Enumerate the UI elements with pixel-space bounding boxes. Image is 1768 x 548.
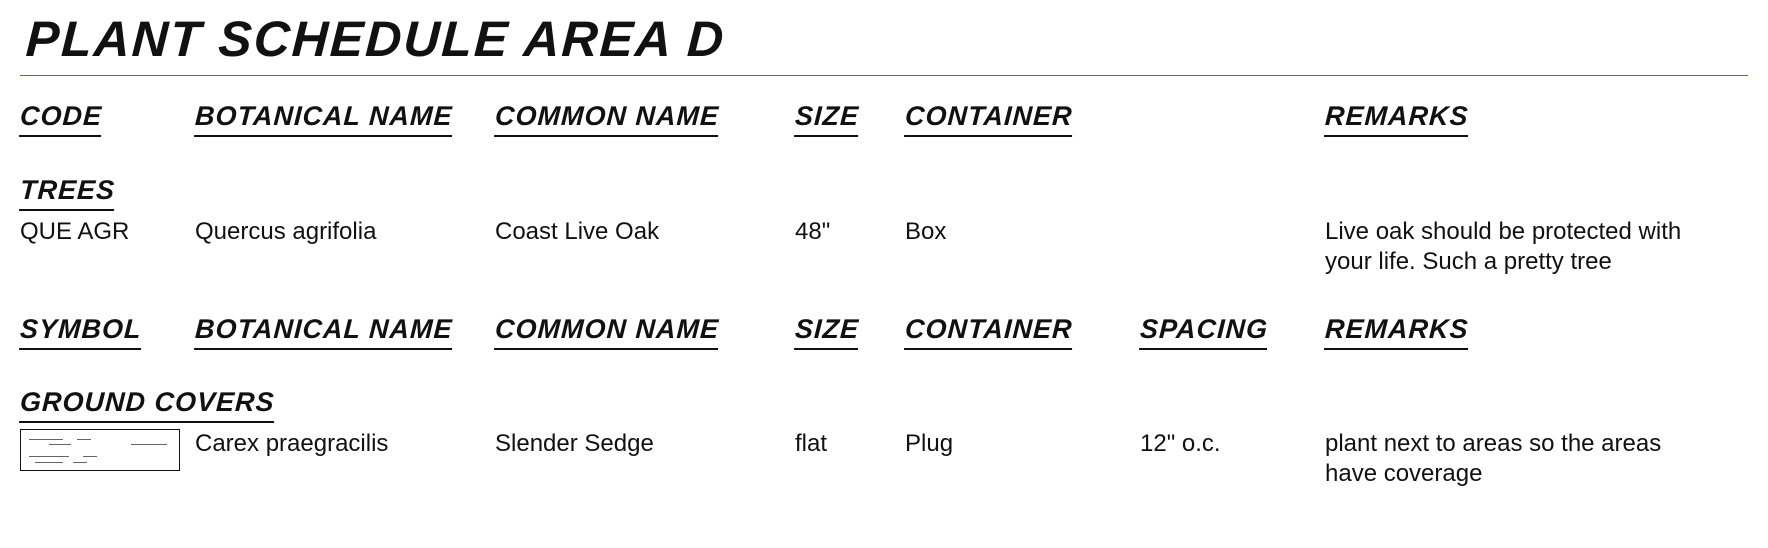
cell-remarks: plant next to areas so the areas have co…	[1325, 427, 1705, 489]
cell-common: Coast Live Oak	[495, 215, 795, 247]
header-common: COMMON NAME	[494, 100, 720, 137]
cell-spacing: 12" o.c.	[1140, 427, 1325, 459]
header-remarks: REMARKS	[1324, 100, 1469, 137]
cell-container: Box	[905, 215, 1140, 247]
header-code: CODE	[19, 100, 103, 137]
title-rule	[20, 75, 1748, 76]
header-botanical-2: BOTANICAL NAME	[194, 313, 453, 350]
header-row-trees: CODE BOTANICAL NAME COMMON NAME SIZE CON…	[20, 100, 1748, 137]
header-botanical: BOTANICAL NAME	[194, 100, 453, 137]
hatch-swatch-icon	[20, 429, 180, 471]
header-size-2: SIZE	[794, 313, 860, 350]
cell-botanical: Carex praegracilis	[195, 427, 495, 459]
header-remarks-2: REMARKS	[1324, 313, 1469, 350]
header-spacing: SPACING	[1139, 313, 1269, 350]
header-row-groundcovers: SYMBOL BOTANICAL NAME COMMON NAME SIZE C…	[20, 313, 1748, 350]
section-groundcovers: GROUND COVERS	[19, 386, 275, 423]
table-row: Carex praegracilis Slender Sedge flat Pl…	[20, 427, 1748, 489]
header-symbol: SYMBOL	[19, 313, 142, 350]
header-container-2: CONTAINER	[904, 313, 1073, 350]
cell-size: flat	[795, 427, 905, 459]
header-size: SIZE	[794, 100, 860, 137]
header-container: CONTAINER	[904, 100, 1073, 137]
cell-remarks: Live oak should be protected with your l…	[1325, 215, 1705, 277]
cell-common: Slender Sedge	[495, 427, 795, 459]
cell-code: QUE AGR	[20, 215, 195, 247]
table-row: QUE AGR Quercus agrifolia Coast Live Oak…	[20, 215, 1748, 277]
cell-botanical: Quercus agrifolia	[195, 215, 495, 247]
page-title: PLANT SCHEDULE AREA D	[24, 8, 727, 71]
cell-container: Plug	[905, 427, 1140, 459]
section-trees: TREES	[19, 174, 116, 211]
header-common-2: COMMON NAME	[494, 313, 720, 350]
cell-size: 48"	[795, 215, 905, 247]
